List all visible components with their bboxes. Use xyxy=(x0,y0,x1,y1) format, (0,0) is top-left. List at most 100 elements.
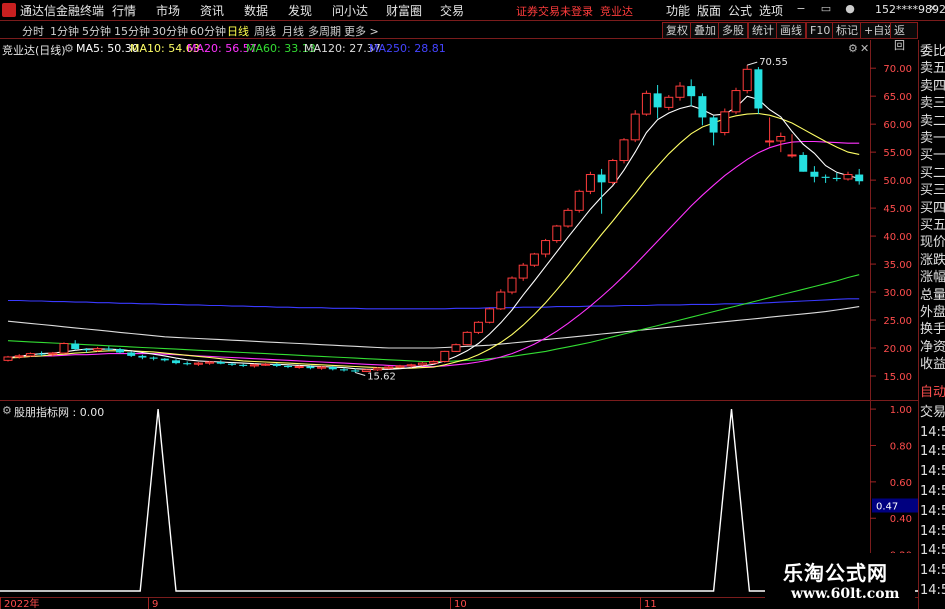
candle-body xyxy=(641,92,651,115)
sidebar-label[interactable]: 买一 xyxy=(920,148,945,164)
current-value-label: 0.47 xyxy=(876,502,898,513)
sidebar-label[interactable]: 卖二 xyxy=(920,114,945,130)
candle-body xyxy=(261,363,271,366)
candle-body xyxy=(765,140,775,143)
sidebar-label[interactable]: 总量 xyxy=(920,288,945,304)
tick-time: 14:56 xyxy=(920,484,945,499)
candle-body xyxy=(529,253,539,266)
watermark-url: www.60lt.com xyxy=(791,586,900,602)
sidebar-label[interactable]: 委比 xyxy=(920,44,945,60)
candle-body xyxy=(787,154,797,157)
candle-body xyxy=(104,348,113,350)
candle-body xyxy=(473,321,483,333)
candle-body xyxy=(373,367,383,371)
sidebar-label[interactable]: 买五 xyxy=(920,218,945,234)
auto-trade-label[interactable]: 交易 xyxy=(920,405,945,421)
sidebar-label[interactable]: 买四 xyxy=(920,201,945,217)
sidebar-label[interactable]: 换手 xyxy=(920,322,945,338)
chart-canvas[interactable]: 70.00 65.00 60.00 55.00 50.00 45.00 40.00 35.00… xyxy=(0,0,945,609)
candle-body xyxy=(462,331,472,346)
candle-body xyxy=(205,361,215,364)
indicator-settings-icon[interactable]: ⚙ xyxy=(2,404,12,417)
candle-body xyxy=(687,86,696,97)
candle-body xyxy=(552,225,562,242)
candle-body xyxy=(664,96,674,108)
tick-time: 14:56 xyxy=(920,444,945,460)
candle-body xyxy=(485,308,495,323)
y-tick-label: 30.00 xyxy=(883,288,912,299)
ind-y-tick-label: 0.60 xyxy=(890,478,912,489)
candle-body xyxy=(395,365,405,368)
tick-time: 14:56 xyxy=(920,543,945,559)
low-marker xyxy=(355,372,366,377)
y-tick-label: 70.00 xyxy=(883,64,912,75)
candle-body xyxy=(832,177,841,180)
candle-body xyxy=(340,369,348,371)
candle-body xyxy=(48,352,58,355)
candle-body xyxy=(294,365,304,368)
sidebar-label[interactable]: 涨跌 xyxy=(920,253,945,269)
sidebar-label[interactable]: 卖五 xyxy=(920,61,945,77)
candle-body xyxy=(709,117,718,133)
y-tick-label: 55.00 xyxy=(883,148,912,159)
candle-body xyxy=(216,362,225,364)
candle-body xyxy=(451,344,461,352)
candle-body xyxy=(3,356,13,361)
candle-body xyxy=(776,135,786,142)
ma10-line xyxy=(7,112,860,369)
sidebar-label[interactable]: 净资 xyxy=(920,340,945,356)
candle-body xyxy=(14,355,24,358)
tick-time: 14:56 xyxy=(920,424,945,440)
candle-body xyxy=(821,176,830,178)
candle-body xyxy=(93,348,103,351)
candle-body xyxy=(59,343,69,354)
candle-body xyxy=(429,360,439,364)
candle-body xyxy=(127,352,136,356)
sidebar-label[interactable]: 收益 xyxy=(920,357,945,373)
candle-body xyxy=(37,353,46,355)
candle-body xyxy=(328,367,337,370)
candle-body xyxy=(284,365,292,368)
candle-body xyxy=(116,349,124,353)
y-tick-label: 65.00 xyxy=(883,92,912,103)
candle-body xyxy=(228,363,236,365)
y-tick-label: 20.00 xyxy=(883,344,912,355)
candle-body xyxy=(507,277,517,293)
candle-body xyxy=(138,355,147,358)
auto-trade-label[interactable]: 自动 xyxy=(920,385,945,401)
sidebar-label[interactable]: 涨幅 xyxy=(920,270,945,286)
y-tick-label: 15.00 xyxy=(883,372,912,383)
candle-body xyxy=(496,291,506,310)
sidebar-label[interactable]: 现价 xyxy=(920,235,945,251)
sidebar-label[interactable]: 买三 xyxy=(920,183,945,199)
y-tick-label: 25.00 xyxy=(883,316,912,327)
candle-body xyxy=(754,69,763,109)
sidebar-label[interactable]: 外盘 xyxy=(920,305,945,321)
tick-time: 14:56 xyxy=(920,583,945,598)
y-tick-label: 35.00 xyxy=(883,260,912,271)
sidebar-label[interactable]: 买二 xyxy=(920,166,945,182)
candle-body xyxy=(239,364,248,366)
candle-body xyxy=(306,366,315,369)
candle-body xyxy=(351,370,360,372)
sidebar-label[interactable]: 卖四 xyxy=(920,79,945,95)
candle-body xyxy=(608,160,618,183)
candle-body xyxy=(675,85,685,98)
high-label: 70.55 xyxy=(759,57,788,68)
candle-body xyxy=(653,93,662,108)
candle-body xyxy=(25,353,35,357)
y-tick-label: 50.00 xyxy=(883,176,912,187)
candle-body xyxy=(843,174,853,180)
sidebar-label[interactable]: 卖三 xyxy=(920,96,945,112)
candle-body xyxy=(160,358,169,361)
candle-body xyxy=(193,362,203,365)
candle-body xyxy=(82,349,91,351)
tick-time: 14:56 xyxy=(920,503,945,519)
sidebar-label[interactable]: 卖一 xyxy=(920,131,945,147)
candle-body xyxy=(619,139,629,162)
tick-time: 14:56 xyxy=(920,563,945,579)
candle-body xyxy=(172,360,180,364)
candle-body xyxy=(799,154,808,172)
candle-body xyxy=(149,357,158,359)
candle-body xyxy=(720,111,730,134)
